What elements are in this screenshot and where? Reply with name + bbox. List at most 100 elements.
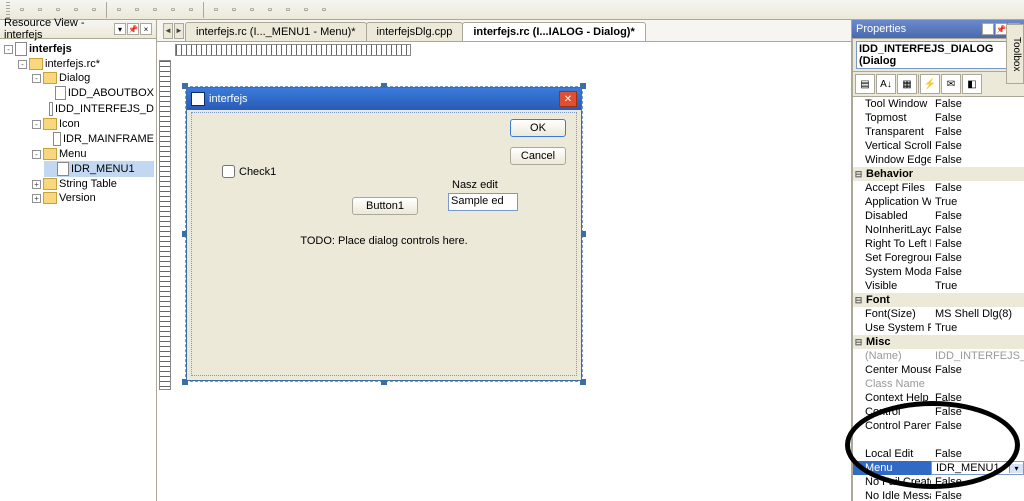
property-row[interactable]: Use System FonTrue [853,321,1024,335]
dialog-client-area[interactable]: OK Cancel Check1 Button1 Nasz edit Sampl… [191,112,577,376]
tree-root[interactable]: -interfejs [2,41,154,57]
categorized-icon[interactable]: ▤ [855,74,875,94]
property-grid[interactable]: Tool WindowFalseTopmostFalseTransparentF… [853,97,1024,501]
expander-icon[interactable]: - [32,150,41,159]
property-value[interactable]: False [931,420,1024,432]
tb-btn-3[interactable]: ▫ [50,2,66,18]
property-value[interactable]: False [931,448,1024,460]
property-value[interactable]: False [931,476,1024,488]
property-value[interactable]: MS Shell Dlg(8) [931,308,1024,320]
check1-box[interactable] [222,165,235,178]
expander-icon[interactable]: - [18,60,27,69]
tab-dlg-cpp[interactable]: interfejsDlg.cpp [366,22,464,41]
tb-btn-9[interactable]: ▫ [165,2,181,18]
property-value[interactable]: False [931,210,1024,222]
dialog-close-icon[interactable]: ✕ [559,91,577,107]
resource-tree[interactable]: -interfejs -interfejs.rc* -Dialog IDD_AB… [0,39,156,501]
property-value[interactable]: False [931,406,1024,418]
property-category[interactable]: ⊟Misc [853,335,1024,349]
property-category[interactable]: ⊟Font [853,293,1024,307]
expander-icon[interactable]: - [32,74,41,83]
property-value[interactable]: False [931,112,1024,124]
tb-btn-13[interactable]: ▫ [244,2,260,18]
panel-pin-icon[interactable]: 📌 [127,23,139,35]
tb-btn-10[interactable]: ▫ [183,2,199,18]
tree-idr-mainframe[interactable]: IDR_MAINFRAME [44,131,154,147]
overrides-icon[interactable]: ◧ [962,74,982,94]
object-selector-combo[interactable]: IDD_INTERFEJS_DIALOG (Dialog▾ [856,41,1021,69]
property-row[interactable]: Right To Left ReFalse [853,237,1024,251]
property-row[interactable]: Local EditFalse [853,447,1024,461]
property-value[interactable]: False [931,98,1024,110]
property-value[interactable]: False [931,364,1024,376]
property-value[interactable]: False [931,154,1024,166]
expander-icon[interactable]: + [32,180,41,189]
property-value[interactable]: False [931,182,1024,194]
property-value[interactable]: False [931,490,1024,501]
tb-btn-14[interactable]: ▫ [262,2,278,18]
property-row[interactable]: MenuIDR_MENU1▾ [853,461,1024,475]
property-value[interactable]: False [931,392,1024,404]
tree-version[interactable]: +Version [30,191,154,205]
property-value[interactable]: IDD_INTERFEJS_ [931,350,1024,362]
property-value[interactable]: IDR_MENU1▾ [931,461,1024,475]
toolbar-grip[interactable] [6,2,10,18]
tree-idd-interfejs[interactable]: IDD_INTERFEJS_D [44,101,154,117]
ok-button[interactable]: OK [510,119,566,137]
tab-menu-rc[interactable]: interfejs.rc (I..._MENU1 - Menu)* [185,22,367,41]
property-value[interactable]: False [931,140,1024,152]
property-row[interactable]: Window EdgeFalse [853,153,1024,167]
sample-edit[interactable]: Sample ed [448,193,518,211]
tree-dialog-folder[interactable]: -Dialog [30,71,154,85]
chevron-down-icon[interactable]: ▾ [1009,464,1023,473]
tb-btn-5[interactable]: ▫ [86,2,102,18]
property-row[interactable]: Tool WindowFalse [853,97,1024,111]
property-row[interactable]: Class Name [853,377,1024,391]
property-row[interactable]: No Fail CreateFalse [853,475,1024,489]
property-row[interactable]: No Idle MessageFalse [853,489,1024,501]
messages-icon[interactable]: ✉ [941,74,961,94]
property-value[interactable]: False [931,224,1024,236]
expander-icon[interactable]: - [4,45,13,54]
dialog-designer-canvas[interactable]: interfejs ✕ OK Cancel Check1 Button1 Nas… [157,42,851,501]
tab-nav-next[interactable]: ► [174,23,184,39]
property-row[interactable]: Control ParentFalse [853,419,1024,433]
check1-control[interactable]: Check1 [222,165,276,178]
property-row[interactable]: ControlFalse [853,405,1024,419]
tree-icon-folder[interactable]: -Icon [30,117,154,131]
property-value[interactable]: False [931,252,1024,264]
tree-rc[interactable]: -interfejs.rc* [16,57,154,71]
tb-btn-8[interactable]: ▫ [147,2,163,18]
property-value[interactable]: False [931,266,1024,278]
cancel-button[interactable]: Cancel [510,147,566,165]
panel-dropdown-icon[interactable]: ▾ [982,23,994,35]
button1[interactable]: Button1 [352,197,418,215]
tb-btn-7[interactable]: ▫ [129,2,145,18]
property-row[interactable] [853,433,1024,447]
alphabetical-icon[interactable]: A↓ [876,74,896,94]
tb-btn-1[interactable]: ▫ [14,2,30,18]
property-row[interactable]: Context HelpFalse [853,391,1024,405]
property-row[interactable]: TransparentFalse [853,125,1024,139]
collapse-icon[interactable]: ⊟ [853,337,864,348]
collapse-icon[interactable]: ⊟ [853,169,864,180]
tab-dialog-rc[interactable]: interfejs.rc (I...IALOG - Dialog)* [462,22,645,41]
tb-btn-17[interactable]: ▫ [316,2,332,18]
tb-btn-2[interactable]: ▫ [32,2,48,18]
property-row[interactable]: System ModalFalse [853,265,1024,279]
panel-close-icon[interactable]: × [140,23,152,35]
properties-icon[interactable]: ▦ [897,74,917,94]
tree-idd-aboutbox[interactable]: IDD_ABOUTBOX [44,85,154,101]
property-row[interactable]: Font(Size)MS Shell Dlg(8) [853,307,1024,321]
tb-btn-6[interactable]: ▫ [111,2,127,18]
property-row[interactable]: Accept FilesFalse [853,181,1024,195]
property-row[interactable]: TopmostFalse [853,111,1024,125]
expander-icon[interactable]: - [32,120,41,129]
property-category[interactable]: ⊟Behavior [853,167,1024,181]
property-row[interactable]: DisabledFalse [853,209,1024,223]
property-row[interactable]: Vertical ScrollbarFalse [853,139,1024,153]
dialog-preview[interactable]: interfejs ✕ OK Cancel Check1 Button1 Nas… [186,87,582,381]
panel-dropdown-icon[interactable]: ▾ [114,23,126,35]
tb-btn-16[interactable]: ▫ [298,2,314,18]
property-value[interactable]: False [931,126,1024,138]
